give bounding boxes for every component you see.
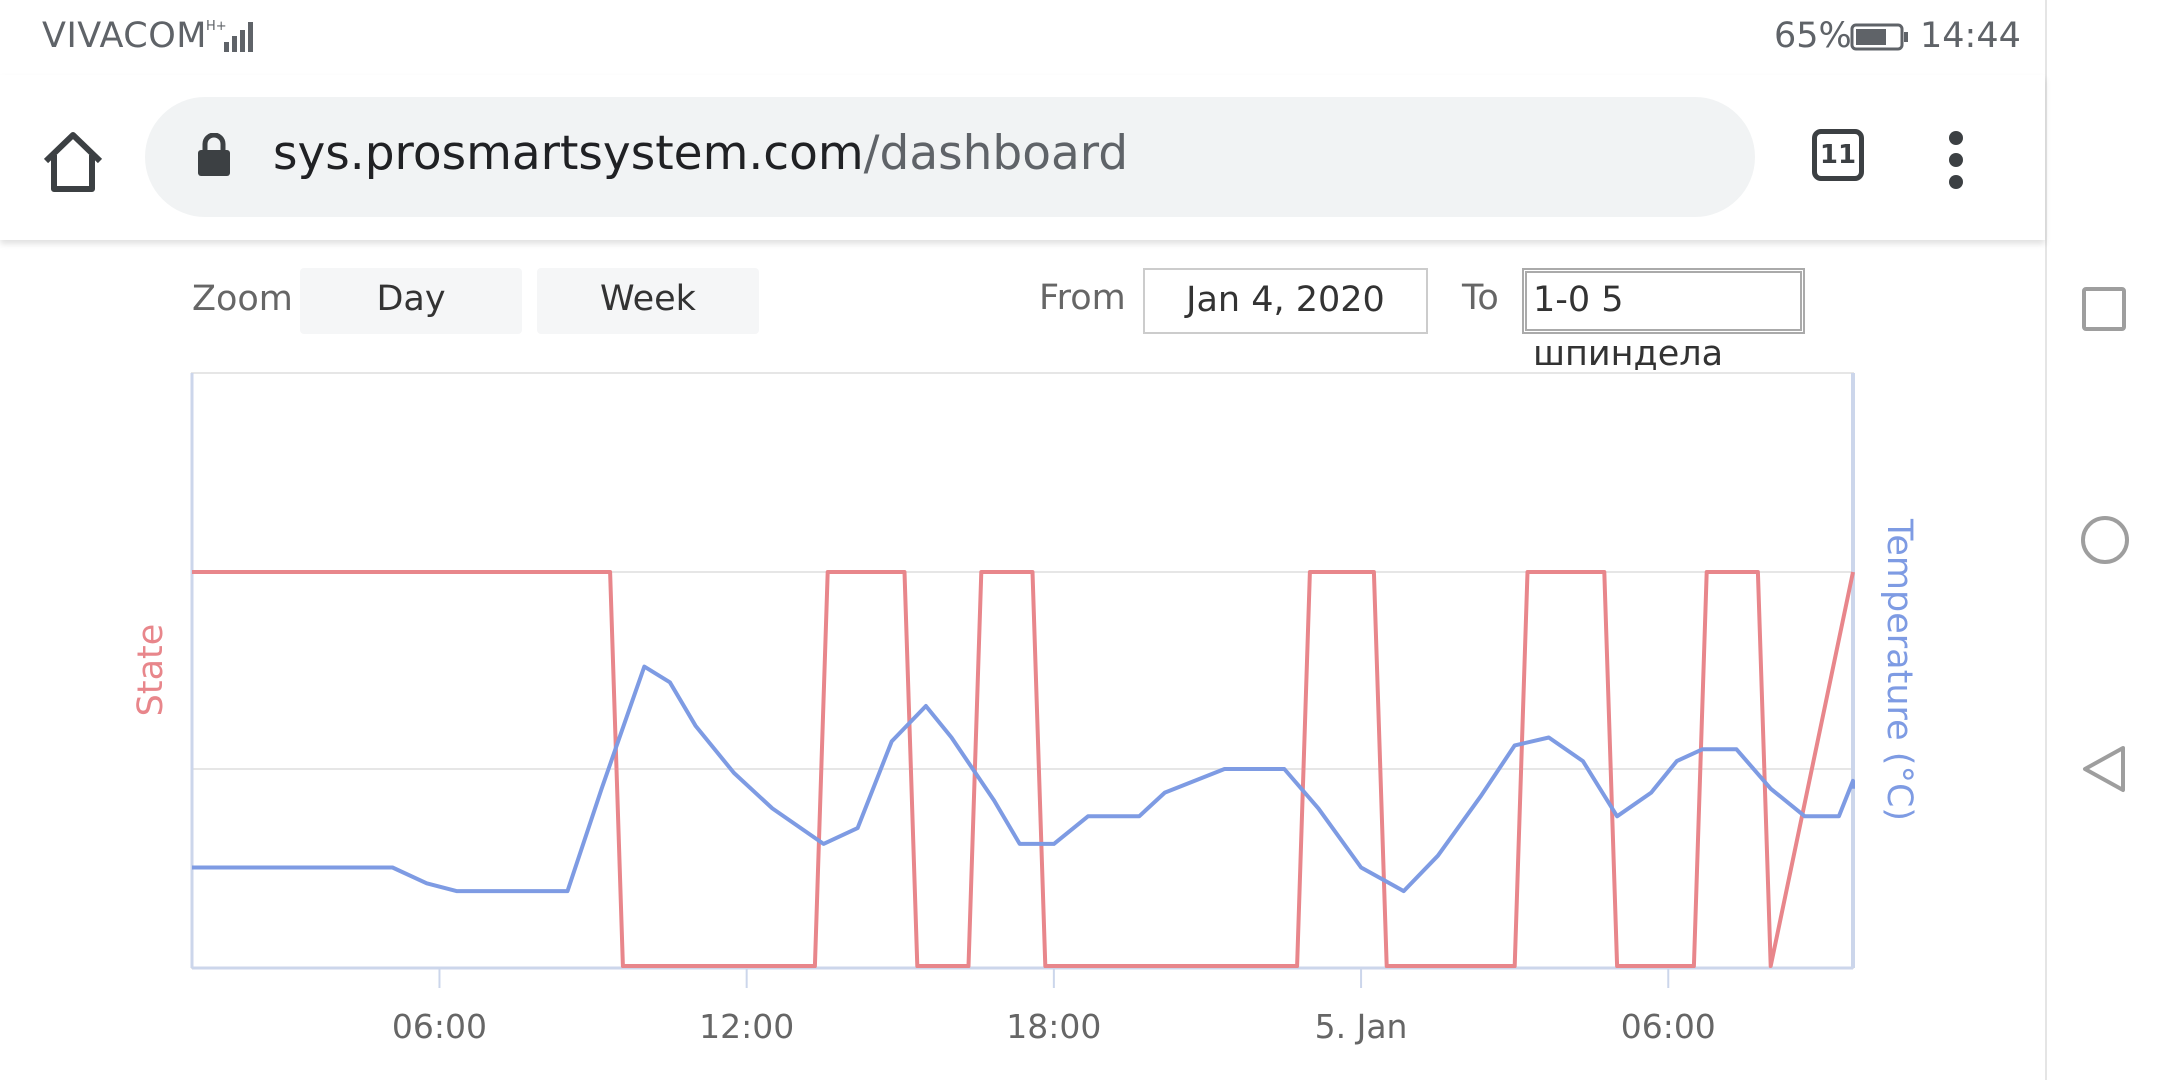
from-date-input[interactable]: Jan 4, 2020 — [1143, 268, 1428, 334]
to-date-input[interactable]: 1-0 5 шпиндела — [1522, 268, 1805, 374]
url-host: sys.prosmartsystem.com — [273, 126, 864, 181]
home-circle-icon[interactable] — [2079, 514, 2131, 566]
carrier-name: VIVACOM — [42, 16, 207, 56]
lock-icon — [198, 133, 230, 176]
tab-count: 11 — [1819, 140, 1857, 170]
x-tick-label: 5. Jan — [1315, 1007, 1408, 1046]
browser-toolbar: sys.prosmartsystem.com/dashboard 11 — [0, 75, 2045, 240]
signal-icon: H+ — [206, 19, 253, 52]
zoom-day-button[interactable]: Day — [300, 268, 522, 334]
state-temperature-chart: 06:00 12:00 18:00 5. Jan 06:00 State Temperatu… — [131, 372, 1919, 1046]
url-path: /dashboard — [863, 126, 1129, 181]
more-vert-icon[interactable] — [1946, 130, 1966, 190]
status-bar: VIVACOM H+ 65% 14:44 — [0, 0, 2045, 75]
home-icon[interactable] — [38, 127, 108, 197]
battery-percent: 65% — [1774, 16, 1852, 56]
battery-icon — [1850, 23, 1908, 51]
address-bar[interactable]: sys.prosmartsystem.com/dashboard — [145, 97, 1755, 217]
android-nav-bar — [2045, 0, 2160, 1080]
url-text: sys.prosmartsystem.com/dashboard — [273, 126, 1128, 181]
left-axis-title: State — [131, 624, 171, 717]
temperature-series-line — [192, 664, 1855, 894]
network-type: H+ — [206, 19, 227, 34]
zoom-label: Zoom — [192, 279, 293, 319]
plot-frame — [191, 372, 1854, 969]
x-tick-label: 18:00 — [1006, 1007, 1101, 1046]
x-tick-label: 12:00 — [699, 1007, 794, 1046]
zoom-week-button[interactable]: Week — [537, 268, 759, 334]
to-label: To — [1462, 278, 1499, 318]
back-icon[interactable] — [2079, 744, 2129, 794]
recents-icon[interactable] — [2081, 286, 2127, 332]
from-label: From — [1039, 278, 1126, 318]
right-axis-title: Temperature (°C) — [1879, 518, 1919, 821]
x-tick-label: 06:00 — [1621, 1007, 1716, 1046]
x-tick-label: 06:00 — [392, 1007, 487, 1046]
tab-switcher-button[interactable]: 11 — [1812, 129, 1864, 181]
clock: 14:44 — [1920, 16, 2021, 56]
